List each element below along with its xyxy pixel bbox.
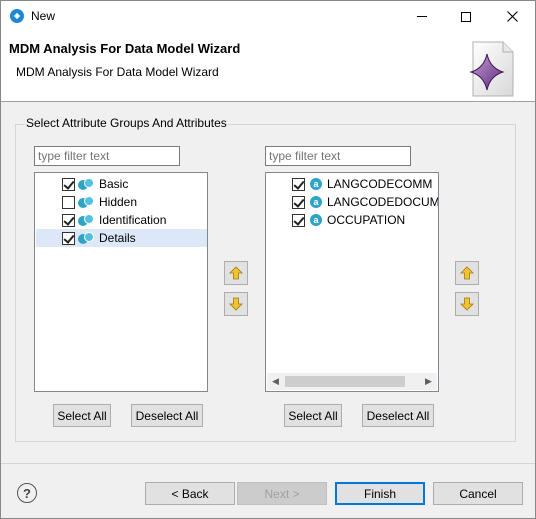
attribute-group-icon [78, 177, 94, 191]
list-item[interactable]: Details [36, 229, 207, 247]
scrollbar-thumb[interactable] [285, 376, 405, 387]
list-item-label: LANGCODEDOCUMI [327, 195, 439, 209]
wizard-banner-icon [469, 41, 514, 97]
list-item-label: Basic [99, 177, 129, 191]
list-item-label: Details [99, 231, 136, 245]
left-filter-input[interactable] [34, 146, 180, 166]
attribute-tree[interactable]: a LANGCODECOMM a LANGCODEDOCUMI a OCCUPA… [265, 172, 439, 392]
list-item[interactable]: Identification [36, 211, 207, 229]
maximize-button[interactable] [443, 1, 489, 32]
attribute-group-icon [78, 213, 94, 227]
checkbox[interactable] [62, 177, 75, 191]
list-item-label: LANGCODECOMM [327, 177, 433, 191]
attribute-icon: a [310, 178, 322, 190]
attribute-group-icon [78, 231, 94, 245]
arrow-down-icon [460, 297, 474, 311]
list-item[interactable]: Basic [36, 175, 207, 193]
page-title: MDM Analysis For Data Model Wizard [9, 41, 241, 56]
scroll-right-icon[interactable]: ▶ [420, 373, 437, 390]
maximize-icon [461, 11, 471, 22]
attribute-icon: a [310, 196, 322, 208]
checkbox[interactable] [62, 195, 75, 209]
move-up-button-right[interactable] [455, 261, 479, 285]
right-deselect-all-button[interactable]: Deselect All [362, 404, 434, 427]
finish-button[interactable]: Finish [335, 482, 425, 505]
list-item[interactable]: a LANGCODEDOCUMI [267, 193, 438, 211]
window-title: New [31, 9, 56, 23]
help-icon[interactable]: ? [17, 483, 37, 503]
scroll-left-icon[interactable]: ◀ [267, 373, 284, 390]
left-deselect-all-button[interactable]: Deselect All [131, 404, 203, 427]
minimize-button[interactable] [399, 1, 445, 32]
list-item-label: Identification [99, 213, 167, 227]
wizard-header: MDM Analysis For Data Model Wizard MDM A… [1, 32, 535, 102]
arrow-up-icon [229, 266, 243, 280]
app-logo-icon [10, 9, 24, 23]
wizard-window: New MDM Analysis For Data Model Wizard M… [0, 0, 536, 519]
close-icon [506, 11, 518, 22]
list-item[interactable]: a LANGCODECOMM [267, 175, 438, 193]
right-filter-input[interactable] [265, 146, 411, 166]
next-button[interactable]: Next > [237, 482, 327, 505]
checkbox[interactable] [62, 213, 75, 227]
right-select-all-button[interactable]: Select All [284, 404, 342, 427]
page-subtitle: MDM Analysis For Data Model Wizard [16, 65, 219, 79]
attribute-group-tree[interactable]: Basic Hidden Identification Details [34, 172, 208, 392]
move-down-button-left[interactable] [224, 292, 248, 316]
list-item-label: Hidden [99, 195, 138, 209]
title-bar: New [1, 1, 535, 32]
minimize-icon [417, 16, 427, 17]
arrow-up-icon [460, 266, 474, 280]
attribute-icon: a [310, 214, 322, 226]
cancel-button[interactable]: Cancel [433, 482, 523, 505]
attribute-group-icon [78, 195, 94, 209]
horizontal-scrollbar[interactable]: ◀ ▶ [267, 373, 437, 390]
list-item[interactable]: Hidden [36, 193, 207, 211]
close-button[interactable] [489, 1, 535, 32]
arrow-down-icon [229, 297, 243, 311]
left-select-all-button[interactable]: Select All [53, 404, 111, 427]
back-button[interactable]: < Back [145, 482, 235, 505]
list-item[interactable]: a OCCUPATION [267, 211, 438, 229]
checkbox[interactable] [292, 195, 305, 209]
checkbox[interactable] [292, 177, 305, 191]
checkbox[interactable] [292, 213, 305, 227]
move-up-button-left[interactable] [224, 261, 248, 285]
checkbox[interactable] [62, 231, 75, 245]
list-item-label: OCCUPATION [327, 213, 406, 227]
move-down-button-right[interactable] [455, 292, 479, 316]
group-label: Select Attribute Groups And Attributes [25, 116, 228, 130]
